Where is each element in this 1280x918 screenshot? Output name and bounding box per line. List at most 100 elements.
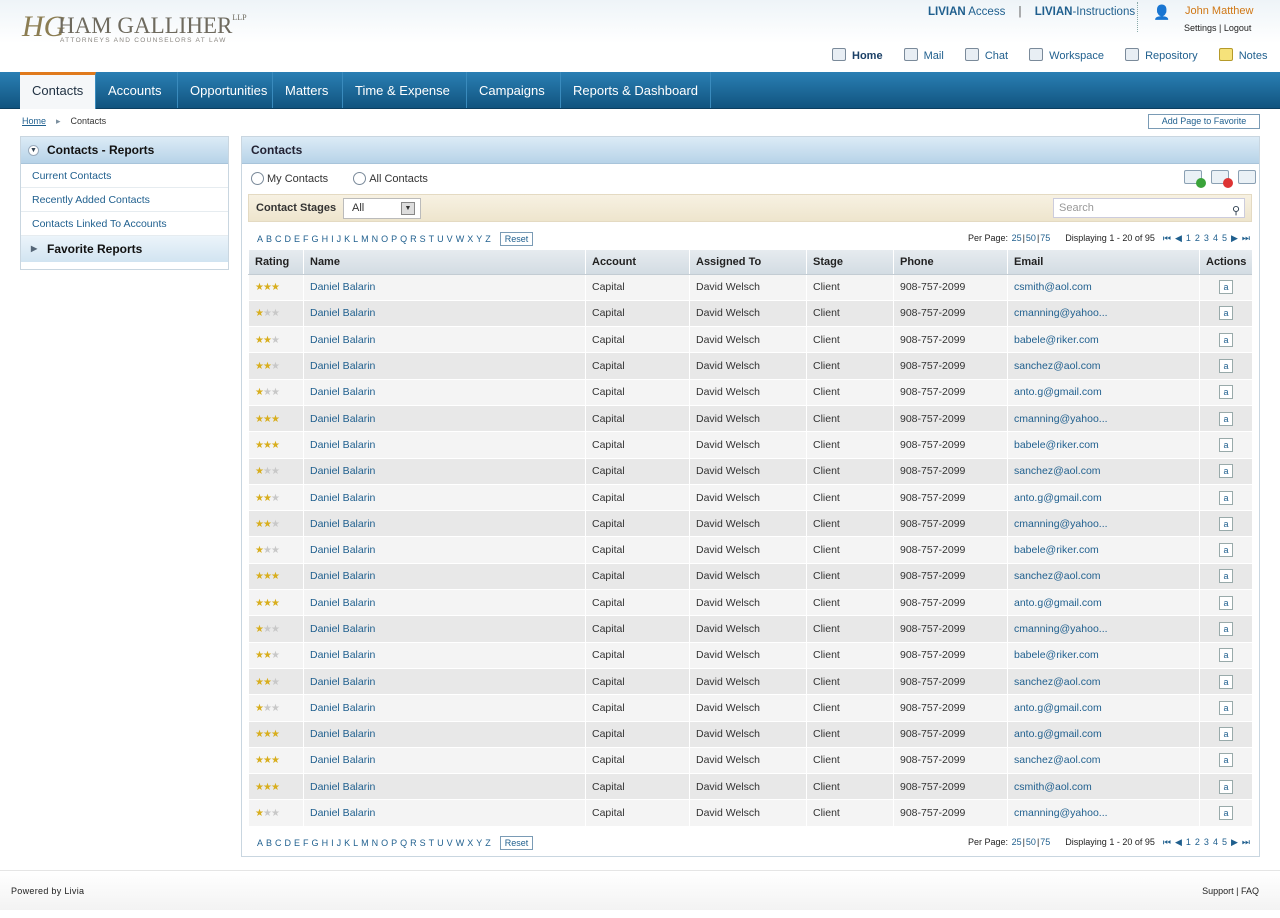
alpha-letter[interactable]: B — [266, 838, 272, 848]
email-link[interactable]: anto.g@gmail.com — [1007, 484, 1200, 512]
alpha-letter[interactable]: K — [344, 234, 350, 244]
alpha-letter[interactable]: E — [294, 234, 300, 244]
row-action-button[interactable]: a — [1219, 306, 1233, 321]
alpha-letter[interactable]: A — [257, 234, 263, 244]
row-action-button[interactable]: a — [1219, 569, 1233, 584]
livian-instructions-link[interactable]: LIVIAN-Instructions — [1035, 6, 1135, 18]
email-link[interactable]: cmanning@yahoo... — [1007, 615, 1200, 643]
email-link[interactable]: babele@riker.com — [1007, 431, 1200, 459]
alpha-letter[interactable]: J — [337, 838, 342, 848]
alpha-letter[interactable]: O — [381, 838, 388, 848]
per-page-75[interactable]: 75 — [1040, 233, 1050, 243]
email-link[interactable]: sanchez@aol.com — [1007, 458, 1200, 485]
breadcrumb-home[interactable]: Home — [22, 116, 46, 126]
tab-contacts[interactable]: Contacts — [20, 72, 96, 109]
settings-link[interactable]: Settings — [1184, 23, 1217, 33]
row-action-button[interactable]: a — [1219, 543, 1233, 558]
alpha-letter[interactable]: R — [410, 838, 417, 848]
email-link[interactable]: anto.g@gmail.com — [1007, 721, 1200, 748]
sidebar-item-current-contacts[interactable]: Current Contacts — [21, 164, 228, 188]
contact-name-link[interactable]: Daniel Balarin — [303, 405, 586, 433]
alpha-letter[interactable]: N — [372, 838, 379, 848]
tab-accounts[interactable]: Accounts — [96, 72, 178, 108]
email-link[interactable]: cmanning@yahoo... — [1007, 405, 1200, 433]
alpha-letter[interactable]: S — [420, 234, 426, 244]
page-link[interactable]: 3 — [1204, 233, 1209, 243]
contact-name-link[interactable]: Daniel Balarin — [303, 773, 586, 801]
alpha-letter[interactable]: E — [294, 838, 300, 848]
row-action-button[interactable]: a — [1219, 385, 1233, 400]
export-icon[interactable] — [1238, 170, 1257, 184]
col-phone[interactable]: Phone — [893, 250, 1008, 275]
row-action-button[interactable]: a — [1219, 464, 1233, 479]
contact-name-link[interactable]: Daniel Balarin — [303, 352, 586, 380]
nav-workspace[interactable]: Workspace — [1029, 48, 1104, 62]
email-link[interactable]: sanchez@aol.com — [1007, 747, 1200, 775]
prev-page-icon[interactable]: ◀ — [1175, 233, 1182, 243]
email-link[interactable]: babele@riker.com — [1007, 642, 1200, 669]
contact-name-link[interactable]: Daniel Balarin — [303, 668, 586, 696]
email-link[interactable]: cmanning@yahoo... — [1007, 510, 1200, 538]
last-page-icon[interactable]: ⏭ — [1242, 233, 1250, 243]
contact-name-link[interactable]: Daniel Balarin — [303, 747, 586, 775]
alpha-letter[interactable]: Z — [485, 838, 491, 848]
faq-link[interactable]: FAQ — [1241, 886, 1259, 896]
next-page-icon[interactable]: ▶ — [1231, 837, 1238, 847]
col-rating[interactable]: Rating — [248, 250, 304, 275]
tab-campaigns[interactable]: Campaigns — [467, 72, 561, 108]
alpha-letter[interactable]: S — [420, 838, 426, 848]
alpha-letter[interactable]: W — [456, 234, 465, 244]
contact-name-link[interactable]: Daniel Balarin — [303, 615, 586, 643]
alpha-letter[interactable]: U — [437, 838, 444, 848]
logout-link[interactable]: Logout — [1224, 23, 1252, 33]
alpha-letter[interactable]: G — [312, 234, 319, 244]
next-page-icon[interactable]: ▶ — [1231, 233, 1238, 243]
tab-opportunities[interactable]: Opportunities — [178, 72, 273, 108]
page-link[interactable]: 4 — [1213, 837, 1218, 847]
alpha-letter[interactable]: Y — [476, 234, 482, 244]
contact-name-link[interactable]: Daniel Balarin — [303, 326, 586, 354]
alpha-letter[interactable]: O — [381, 234, 388, 244]
alpha-letter[interactable]: U — [437, 234, 444, 244]
alpha-letter[interactable]: V — [447, 838, 453, 848]
alpha-letter[interactable]: V — [447, 234, 453, 244]
contact-name-link[interactable]: Daniel Balarin — [303, 510, 586, 538]
contact-name-link[interactable]: Daniel Balarin — [303, 536, 586, 564]
alpha-letter[interactable]: R — [410, 234, 417, 244]
email-link[interactable]: cmanning@yahoo... — [1007, 799, 1200, 827]
contact-name-link[interactable]: Daniel Balarin — [303, 274, 586, 301]
contact-name-link[interactable]: Daniel Balarin — [303, 642, 586, 669]
page-link[interactable]: 2 — [1195, 233, 1200, 243]
sidebar-item-recently-added[interactable]: Recently Added Contacts — [21, 188, 228, 212]
col-stage[interactable]: Stage — [806, 250, 894, 275]
alpha-letter[interactable]: T — [429, 234, 435, 244]
alpha-letter[interactable]: N — [372, 234, 379, 244]
contact-name-link[interactable]: Daniel Balarin — [303, 721, 586, 748]
stage-select[interactable]: All ▼ — [343, 198, 421, 219]
contact-name-link[interactable]: Daniel Balarin — [303, 300, 586, 328]
alpha-letter[interactable]: C — [275, 838, 282, 848]
row-action-button[interactable]: a — [1219, 332, 1233, 347]
sidebar-item-linked-accounts[interactable]: Contacts Linked To Accounts — [21, 212, 228, 236]
reset-button[interactable]: Reset — [499, 836, 534, 850]
row-action-button[interactable]: a — [1219, 806, 1233, 821]
contact-name-link[interactable]: Daniel Balarin — [303, 799, 586, 827]
add-favorite-button[interactable]: Add Page to Favorite — [1148, 114, 1260, 129]
alpha-letter[interactable]: F — [303, 234, 309, 244]
alpha-letter[interactable]: I — [331, 234, 334, 244]
email-link[interactable]: csmith@aol.com — [1007, 773, 1200, 801]
alpha-letter[interactable]: D — [285, 838, 292, 848]
nav-repository[interactable]: Repository — [1125, 48, 1198, 62]
alpha-letter[interactable]: Q — [400, 234, 407, 244]
nav-notes[interactable]: Notes — [1218, 48, 1267, 62]
email-link[interactable]: anto.g@gmail.com — [1007, 694, 1200, 722]
page-link[interactable]: 5 — [1222, 233, 1227, 243]
alpha-letter[interactable]: D — [285, 234, 292, 244]
alpha-letter[interactable]: W — [456, 838, 465, 848]
row-action-button[interactable]: a — [1219, 753, 1233, 768]
livian-access-link[interactable]: LIVIAN Access — [928, 6, 1005, 18]
row-action-button[interactable]: a — [1219, 648, 1233, 663]
alpha-letter[interactable]: M — [361, 838, 369, 848]
search-input[interactable]: Search ⚲ — [1053, 198, 1245, 218]
alpha-letter[interactable]: B — [266, 234, 272, 244]
